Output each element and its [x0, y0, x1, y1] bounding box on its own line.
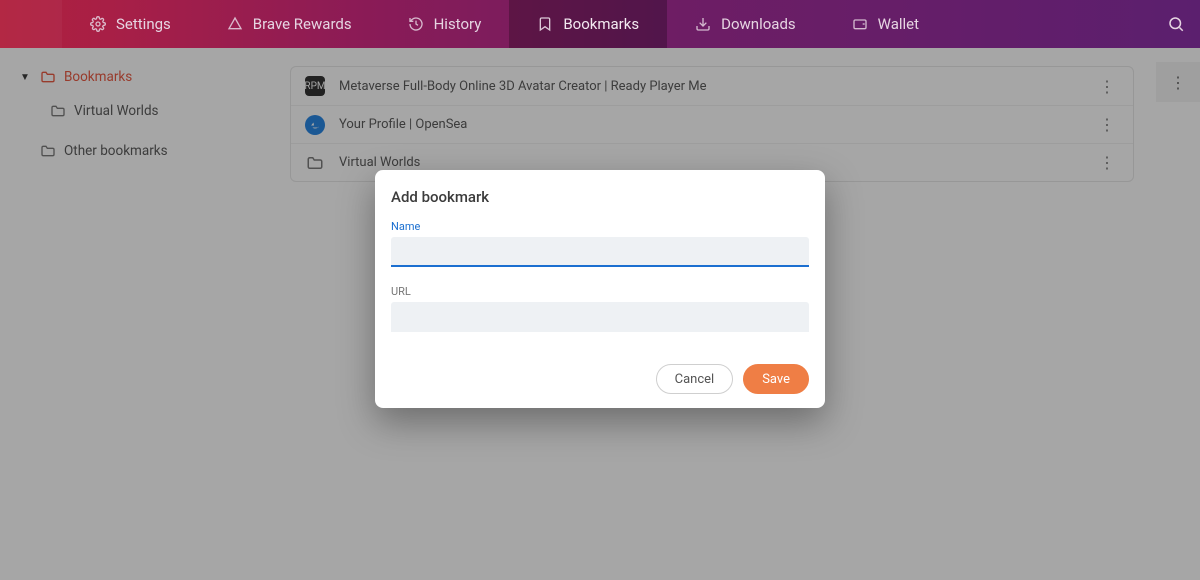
tab-wallet[interactable]: Wallet [824, 0, 947, 48]
tab-rewards[interactable]: Brave Rewards [199, 0, 380, 48]
tab-label: Wallet [878, 15, 919, 33]
name-field-label: Name [391, 220, 809, 233]
modal-scrim[interactable]: Add bookmark Name URL Cancel Save [0, 48, 1200, 580]
tab-label: Settings [116, 15, 171, 33]
save-button[interactable]: Save [743, 364, 809, 394]
topnav-leading-spacer [0, 0, 62, 48]
tab-downloads[interactable]: Downloads [667, 0, 824, 48]
dialog-title: Add bookmark [391, 188, 809, 206]
tab-bookmarks[interactable]: Bookmarks [509, 0, 667, 48]
url-field-label: URL [391, 285, 809, 298]
bookmarks-icon [537, 16, 553, 32]
search-button[interactable] [1152, 0, 1200, 48]
tab-label: Brave Rewards [253, 15, 352, 33]
tab-history[interactable]: History [380, 0, 510, 48]
wallet-icon [852, 16, 868, 32]
tab-label: Downloads [721, 15, 796, 33]
tab-label: Bookmarks [563, 15, 639, 33]
search-icon [1167, 15, 1185, 33]
tab-settings[interactable]: Settings [62, 0, 199, 48]
download-icon [695, 16, 711, 32]
cancel-button[interactable]: Cancel [656, 364, 734, 394]
url-input[interactable] [391, 302, 809, 332]
top-nav: Settings Brave Rewards History Bookmarks… [0, 0, 1200, 48]
add-bookmark-dialog: Add bookmark Name URL Cancel Save [375, 170, 825, 408]
page-body: ▼ Bookmarks Virtual Worlds Other bookmar… [0, 48, 1200, 580]
dialog-actions: Cancel Save [391, 364, 809, 394]
gear-icon [90, 16, 106, 32]
rewards-icon [227, 16, 243, 32]
name-input[interactable] [391, 237, 809, 267]
history-icon [408, 16, 424, 32]
tab-label: History [434, 15, 482, 33]
